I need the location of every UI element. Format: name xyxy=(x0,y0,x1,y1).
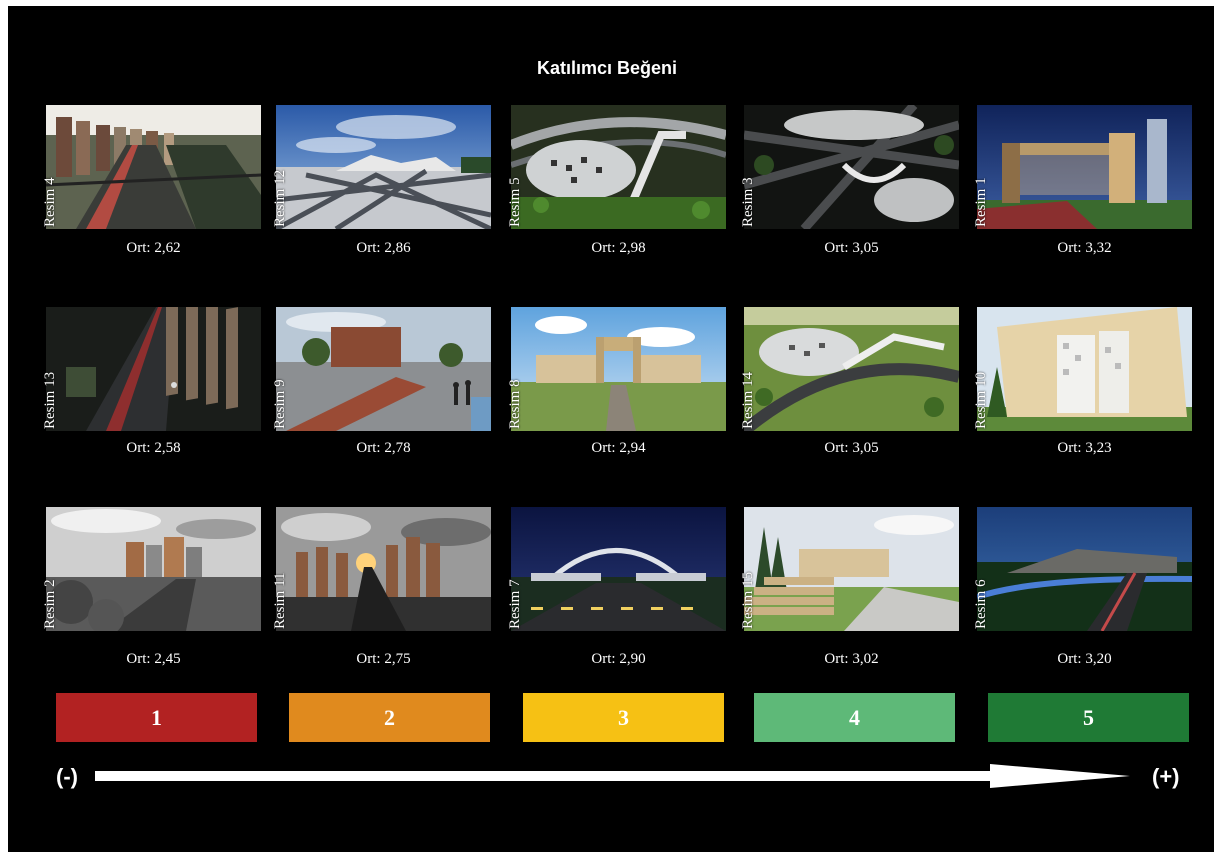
image-cell: Resim 12 xyxy=(272,105,491,229)
rendering-image xyxy=(744,307,959,431)
image-label: Resim 6 xyxy=(973,579,989,629)
image-label: Resim 8 xyxy=(507,379,523,429)
image-label: Resim 11 xyxy=(272,572,288,629)
average-score: Ort: 2,90 xyxy=(591,651,646,667)
scale-box-5: 5 xyxy=(988,693,1189,742)
rendering-image xyxy=(276,507,491,631)
image-label: Resim 9 xyxy=(272,379,288,429)
image-cell: Resim 15 xyxy=(740,507,959,631)
image-label: Resim 13 xyxy=(42,371,58,429)
scale-box-1: 1 xyxy=(56,693,257,742)
image-cell: Resim 10 xyxy=(973,307,1192,431)
rendering-image xyxy=(511,307,726,431)
rendering-image xyxy=(744,507,959,631)
rendering-image xyxy=(276,307,491,431)
image-label: Resim 1 xyxy=(973,177,989,227)
average-score: Ort: 2,58 xyxy=(126,440,181,456)
positive-end-label: (+) xyxy=(1152,764,1180,789)
scale-box-4: 4 xyxy=(754,693,955,742)
image-cell: Resim 3 xyxy=(740,105,959,229)
scale-box-2: 2 xyxy=(289,693,490,742)
image-label: Resim 3 xyxy=(740,177,756,227)
rendering-image xyxy=(511,105,726,229)
average-score: Ort: 3,05 xyxy=(824,240,879,256)
image-label: Resim 15 xyxy=(740,571,756,629)
rendering-image xyxy=(276,105,491,229)
rendering-image xyxy=(977,507,1192,631)
image-cell: Resim 2 xyxy=(42,507,261,631)
average-score: Ort: 2,86 xyxy=(356,240,411,256)
image-label: Resim 2 xyxy=(42,579,58,629)
rendering-image xyxy=(46,105,261,229)
image-cell: Resim 11 xyxy=(272,507,491,631)
image-label: Resim 5 xyxy=(507,177,523,227)
image-cell: Resim 14 xyxy=(740,307,959,431)
image-cell: Resim 4 xyxy=(42,105,261,229)
rendering-image xyxy=(46,307,261,431)
average-score: Ort: 2,78 xyxy=(356,440,411,456)
average-score: Ort: 2,94 xyxy=(591,440,646,456)
average-score: Ort: 3,02 xyxy=(824,651,879,667)
image-label: Resim 12 xyxy=(272,169,288,227)
scale-box-3: 3 xyxy=(523,693,724,742)
image-cell: Resim 7 xyxy=(507,507,726,631)
negative-end-label: (-) xyxy=(56,764,78,789)
arrow-icon xyxy=(95,764,1130,788)
average-score: Ort: 2,45 xyxy=(126,651,181,667)
average-score: Ort: 3,20 xyxy=(1057,651,1112,667)
image-cell: Resim 6 xyxy=(973,507,1192,631)
average-score: Ort: 2,98 xyxy=(591,240,646,256)
average-score: Ort: 2,62 xyxy=(126,240,181,256)
image-cell: Resim 13 xyxy=(42,307,261,431)
average-score: Ort: 2,75 xyxy=(356,651,411,667)
image-cell: Resim 1 xyxy=(973,105,1192,229)
image-label: Resim 10 xyxy=(973,371,989,429)
average-score: Ort: 3,23 xyxy=(1057,440,1112,456)
figure-title: Katılımcı Beğeni xyxy=(536,58,678,78)
image-cell: Resim 8 xyxy=(507,307,726,431)
rendering-image xyxy=(977,307,1192,431)
image-label: Resim 14 xyxy=(740,371,756,429)
rendering-image xyxy=(977,105,1192,229)
image-cell: Resim 5 xyxy=(507,105,726,229)
rendering-image xyxy=(46,507,261,631)
image-label: Resim 4 xyxy=(42,177,58,227)
image-label: Resim 7 xyxy=(507,579,523,629)
rendering-image xyxy=(744,105,959,229)
average-score: Ort: 3,05 xyxy=(824,440,879,456)
image-cell: Resim 9 xyxy=(272,307,491,431)
average-score: Ort: 3,32 xyxy=(1057,240,1112,256)
rendering-image xyxy=(511,507,726,631)
